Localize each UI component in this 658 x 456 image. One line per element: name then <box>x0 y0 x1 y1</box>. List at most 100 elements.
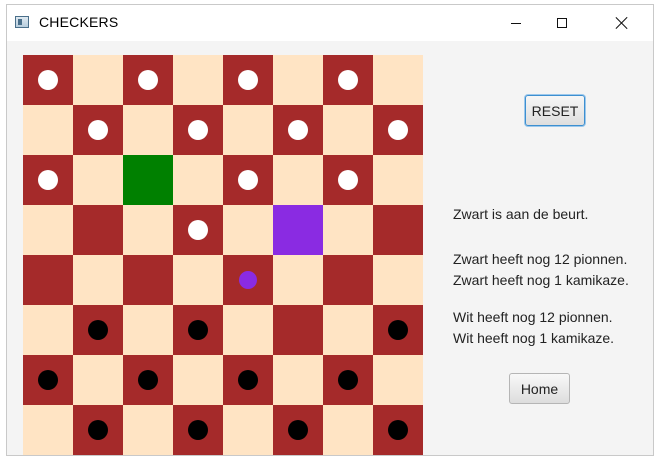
board-square-r4-c5[interactable] <box>273 255 323 305</box>
black-piece[interactable] <box>88 420 108 440</box>
board-square-r6-c7[interactable] <box>373 355 423 405</box>
board-square-r5-c3[interactable] <box>173 305 223 355</box>
board-square-r4-c1[interactable] <box>73 255 123 305</box>
board-square-r5-c5[interactable] <box>273 305 323 355</box>
board-square-r6-c2[interactable] <box>123 355 173 405</box>
board-square-r2-c7[interactable] <box>373 155 423 205</box>
board-square-r1-c5[interactable] <box>273 105 323 155</box>
white-piece[interactable] <box>38 170 58 190</box>
board-square-r1-c4[interactable] <box>223 105 273 155</box>
board-square-r7-c1[interactable] <box>73 405 123 455</box>
home-button[interactable]: Home <box>509 373 570 404</box>
board-square-r7-c3[interactable] <box>173 405 223 455</box>
minimize-icon <box>511 22 521 24</box>
board-square-r6-c3[interactable] <box>173 355 223 405</box>
board-square-r0-c0[interactable] <box>23 55 73 105</box>
white-piece[interactable] <box>138 70 158 90</box>
white-piece[interactable] <box>38 70 58 90</box>
board-square-r1-c3[interactable] <box>173 105 223 155</box>
black-piece[interactable] <box>138 370 158 390</box>
board-square-r1-c7[interactable] <box>373 105 423 155</box>
board-square-r7-c7[interactable] <box>373 405 423 455</box>
board-square-r0-c5[interactable] <box>273 55 323 105</box>
board-square-r3-c5[interactable] <box>273 205 323 255</box>
board-square-r0-c6[interactable] <box>323 55 373 105</box>
board-square-r2-c3[interactable] <box>173 155 223 205</box>
white-piece[interactable] <box>188 120 208 140</box>
board-square-r3-c4[interactable] <box>223 205 273 255</box>
white-status: Wit heeft nog 12 pionnen. Wit heeft nog … <box>453 307 614 349</box>
white-pieces-text: Wit heeft nog 12 pionnen. <box>453 309 613 325</box>
black-piece[interactable] <box>288 420 308 440</box>
board-square-r4-c3[interactable] <box>173 255 223 305</box>
black-piece[interactable] <box>38 370 58 390</box>
board-square-r5-c1[interactable] <box>73 305 123 355</box>
checkers-board[interactable] <box>23 55 423 455</box>
board-square-r1-c6[interactable] <box>323 105 373 155</box>
black-piece[interactable] <box>238 370 258 390</box>
board-square-r4-c4[interactable] <box>223 255 273 305</box>
board-square-r1-c2[interactable] <box>123 105 173 155</box>
white-piece[interactable] <box>238 170 258 190</box>
white-piece[interactable] <box>88 120 108 140</box>
board-square-r5-c4[interactable] <box>223 305 273 355</box>
board-square-r2-c1[interactable] <box>73 155 123 205</box>
board-square-r5-c6[interactable] <box>323 305 373 355</box>
black-piece[interactable] <box>388 420 408 440</box>
board-square-r0-c4[interactable] <box>223 55 273 105</box>
board-square-r5-c0[interactable] <box>23 305 73 355</box>
black-piece[interactable] <box>388 320 408 340</box>
white-piece[interactable] <box>338 70 358 90</box>
board-square-r0-c2[interactable] <box>123 55 173 105</box>
board-square-r7-c5[interactable] <box>273 405 323 455</box>
reset-button[interactable]: RESET <box>525 95 585 126</box>
board-square-r0-c3[interactable] <box>173 55 223 105</box>
window-title: CHECKERS <box>39 14 119 30</box>
board-square-r2-c6[interactable] <box>323 155 373 205</box>
board-square-r5-c2[interactable] <box>123 305 173 355</box>
black-piece[interactable] <box>188 320 208 340</box>
board-square-r1-c1[interactable] <box>73 105 123 155</box>
board-square-r3-c3[interactable] <box>173 205 223 255</box>
board-square-r3-c6[interactable] <box>323 205 373 255</box>
black-piece[interactable] <box>188 420 208 440</box>
board-square-r5-c7[interactable] <box>373 305 423 355</box>
title-bar[interactable]: CHECKERS <box>7 5 653 41</box>
black-piece[interactable] <box>338 370 358 390</box>
board-square-r7-c0[interactable] <box>23 405 73 455</box>
board-square-r4-c2[interactable] <box>123 255 173 305</box>
board-square-r6-c4[interactable] <box>223 355 273 405</box>
board-square-r4-c6[interactable] <box>323 255 373 305</box>
board-square-r6-c5[interactable] <box>273 355 323 405</box>
turn-text: Zwart is aan de beurt. <box>453 206 589 222</box>
close-button[interactable] <box>599 5 645 41</box>
maximize-button[interactable] <box>539 5 585 41</box>
board-square-r3-c7[interactable] <box>373 205 423 255</box>
board-square-r1-c0[interactable] <box>23 105 73 155</box>
black-piece[interactable] <box>88 320 108 340</box>
board-square-r3-c0[interactable] <box>23 205 73 255</box>
board-square-r0-c7[interactable] <box>373 55 423 105</box>
board-square-r6-c1[interactable] <box>73 355 123 405</box>
board-square-r6-c6[interactable] <box>323 355 373 405</box>
board-square-r2-c5[interactable] <box>273 155 323 205</box>
board-square-r7-c2[interactable] <box>123 405 173 455</box>
white-piece[interactable] <box>388 120 408 140</box>
board-square-r4-c7[interactable] <box>373 255 423 305</box>
board-square-r2-c2[interactable] <box>123 155 173 205</box>
board-square-r0-c1[interactable] <box>73 55 123 105</box>
white-piece[interactable] <box>288 120 308 140</box>
board-square-r7-c6[interactable] <box>323 405 373 455</box>
board-square-r2-c0[interactable] <box>23 155 73 205</box>
board-square-r3-c1[interactable] <box>73 205 123 255</box>
board-square-r6-c0[interactable] <box>23 355 73 405</box>
minimize-button[interactable] <box>493 5 539 41</box>
board-square-r3-c2[interactable] <box>123 205 173 255</box>
kamikaze-piece[interactable] <box>239 271 257 289</box>
white-piece[interactable] <box>338 170 358 190</box>
board-square-r7-c4[interactable] <box>223 405 273 455</box>
white-piece[interactable] <box>238 70 258 90</box>
board-square-r4-c0[interactable] <box>23 255 73 305</box>
white-piece[interactable] <box>188 220 208 240</box>
board-square-r2-c4[interactable] <box>223 155 273 205</box>
